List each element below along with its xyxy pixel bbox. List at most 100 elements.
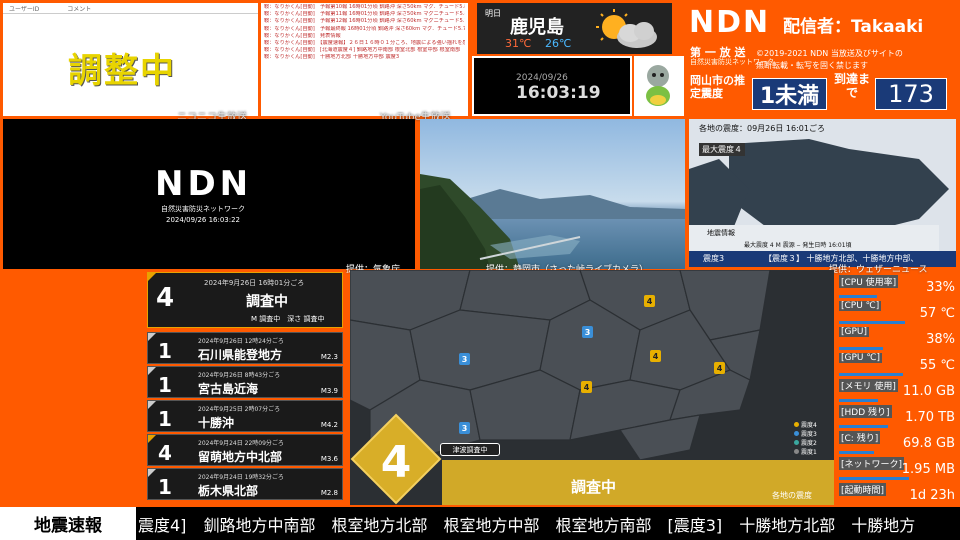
clock-date: 2024/09/26 [516,73,568,83]
log-line: 鞍：なりかくん[自動] 予報最終報 16時01分頃 釧路沖 深さ60km マグ．… [264,25,465,32]
intensity-map-panel: 各地の震度：09月26日 16:01ごろ 最大震度４ 地震情報 最大震度 4 M… [689,119,956,267]
sys-row-network: [ネットワーク] 1.95 MB [837,454,957,480]
sys-label: [C: 残り] [839,431,881,444]
mascot-character-icon [646,65,670,106]
sys-value: 69.8 GB [902,436,955,451]
sys-label: [起動時間] [839,483,887,496]
weather-high-temp: 31℃ [505,37,532,50]
sys-label: [CPU 使用率] [839,275,899,288]
eq-location: 宮古島近海 [198,382,259,396]
legend-item: 震度1 [794,447,817,456]
sys-row-cpu-temp: [CPU ℃] 57 ℃ [837,298,957,324]
comment-column-header: コメント [67,5,92,13]
ticker-text: 震度4] 釧路地方中南部 根室地方北部 根室地方中部 根室地方南部 [震度3] … [138,516,916,535]
earthquake-list-item[interactable]: 1 2024年9月24日 19時32分ごろ 栃木県北部 M2.8 [147,468,343,500]
ndn-video-timestamp: 2024/09/26 16:03:22 [166,216,241,224]
eq-time: 2024年9月26日 8時43分ごろ [198,372,281,379]
coastline-image [420,174,685,269]
earthquake-list: 4 2024年9月26日 16時01分ごろ 調査中 M 調査中 深さ 調査中 1… [141,270,347,505]
eq-intensity: 1 [158,407,172,431]
earthquake-list-item[interactable]: 4 2024年9月26日 16時01分ごろ 調査中 M 調査中 深さ 調査中 [147,272,343,328]
intensity-map-max: 最大震度４ [699,143,745,156]
arrival-label: 到達まで [834,72,871,100]
clock-time: 16:03:19 [516,83,601,103]
sys-row-uptime: [起動時間] 1d 23h [837,480,957,506]
legend-item: 震度3 [794,429,817,438]
eq-magnitude: M3.9 [320,387,338,395]
log-line: 鞍：なりかくん[自動] 発表情報 [264,32,341,39]
sys-row-c-drive: [C: 残り] 69.8 GB [837,428,957,454]
arrival-countdown: 173 [875,78,947,110]
clock-panel: 2024/09/26 16:03:19 [472,56,632,116]
eq-intensity: 4 [158,441,172,465]
log-line: 鞍：なりかくん[自動] [北海道震度４] 釧路地方中南部 根室北部 根室中部 根… [264,47,461,54]
intensity-marker: 4 [647,297,653,306]
eq-time: 2024年9月26日 12時24分ごろ [198,338,284,345]
comment-panel: ユーザーID コメント 調整中 [3,3,258,116]
sys-value: 38% [926,332,955,347]
earthquake-list-item[interactable]: 1 2024年9月26日 12時24分ごろ 石川県能登地方 M2.3 [147,332,343,364]
eq-detail: M 調査中 深さ 調査中 [251,315,325,323]
copyright-line: ©2019-2021 NDN 当放送及びサイトの [756,49,903,58]
intensity-info-label: 地震情報 [707,229,735,237]
eq-time: 2024年9月25日 2時07分ごろ [198,406,281,413]
log-line: 鞍：なりかくん[自動] 予報第10報 16時01分頃 釧路沖 深さ50km マグ… [264,4,465,10]
log-line: 鞍：なりかくん[自動] 十勝地方北部 十勝地方中部 震度3 [264,54,400,61]
sys-row-gpu-temp: [GPU ℃] 55 ℃ [837,350,957,376]
max-intensity-diamond: 4 [350,413,442,505]
intensity-marker: 4 [717,364,723,373]
sys-value: 11.0 GB [902,384,955,399]
sys-value: 33% [926,280,955,295]
sys-value: 57 ℃ [919,306,955,321]
eq-location: 石川県能登地方 [198,348,283,362]
tsunami-status-badge: 津波調査中 [440,443,500,456]
earthquake-list-item[interactable]: 1 2024年9月26日 8時43分ごろ 宮古島近海 M3.9 [147,366,343,398]
eq-intensity: 1 [158,373,172,397]
user-id-header: ユーザーID [9,5,40,13]
earthquake-list-item[interactable]: 1 2024年9月25日 2時07分ごろ 十勝沖 M4.2 [147,400,343,432]
legend-item: 震度4 [794,420,817,429]
intensity-info-line: 最大震度 4 M 震源 ‒ 発生日時 16:01頃 [744,242,852,249]
ticker-label: 地震速報 [0,507,136,540]
intensity-ticker-label: 震度3 [703,254,725,263]
estimated-intensity-value: 1未満 [752,78,827,110]
eq-magnitude: M4.2 [320,421,338,429]
weather-low-temp: 26℃ [545,37,572,50]
intensity-marker: 4 [584,383,590,392]
eq-magnitude: M3.6 [320,455,338,463]
copyright-line: 無断転載・転写を固く禁じます [756,61,868,70]
sys-label: [HDD 残り] [839,405,892,418]
max-intensity-value: 4 [381,437,412,488]
sys-label: [メモリ 使用] [839,379,898,392]
eq-time: 2024年9月24日 19時32分ごろ [198,474,284,481]
log-panel: 鞍：なりかくん[自動] 予報第10報 16時01分頃 釧路沖 深さ50km マグ… [261,3,468,116]
sys-label: [GPU] [839,327,870,337]
ndn-video-panel: NDN 自然災害防災ネットワーク 2024/09/26 16:03:22 [3,119,415,269]
log-line: 鞍：なりかくん[自動] 【震度速報】２６日１６時０１分ころ、地震による強い揺れを… [264,40,465,47]
sys-row-hdd: [HDD 残り] 1.70 TB [837,402,957,428]
system-monitor: [CPU 使用率] 33% [CPU ℃] 57 ℃ [GPU] 38% [GPU ℃… [837,272,957,505]
intensity-marker: 4 [653,352,659,361]
ndn-logo: NDN [689,5,771,40]
comment-header: ユーザーID コメント [3,3,258,14]
sys-value: 1.95 MB [901,462,955,477]
live-camera-view [420,119,685,269]
weather-panel: 明日 鹿児島 31℃ 26℃ [477,3,672,54]
sys-label: [ネットワーク] [839,457,905,470]
estimated-intensity-label: 岡山市の推定震度 [690,74,745,100]
eq-intensity: 1 [158,339,172,363]
eq-magnitude: M2.3 [320,353,338,361]
ndn-video-logo: NDN [155,164,253,204]
legend-item: 震度2 [794,438,817,447]
mascot-image [634,56,684,116]
intensity-marker: 3 [585,328,591,337]
legend-title: 各地の震度 [772,491,812,500]
log-line: 鞍：なりかくん[自動] 予報第12報 16時01分頃 釧路沖 深さ60km マグ… [264,18,465,25]
eq-intensity: 4 [155,283,175,313]
eq-location: 留萌地方中北部 [198,450,283,464]
partly-sunny-icon [596,9,657,48]
sys-value: 1.70 TB [905,410,955,425]
intensity-map-title: 各地の震度：09月26日 16:01ごろ [699,124,825,133]
earthquake-list-item[interactable]: 4 2024年9月24日 22時09分ごろ 留萌地方中北部 M3.6 [147,434,343,466]
log-line: 鞍：なりかくん[自動] 予報第11報 16時01分頃 釧路沖 深さ50km マグ… [264,11,465,18]
